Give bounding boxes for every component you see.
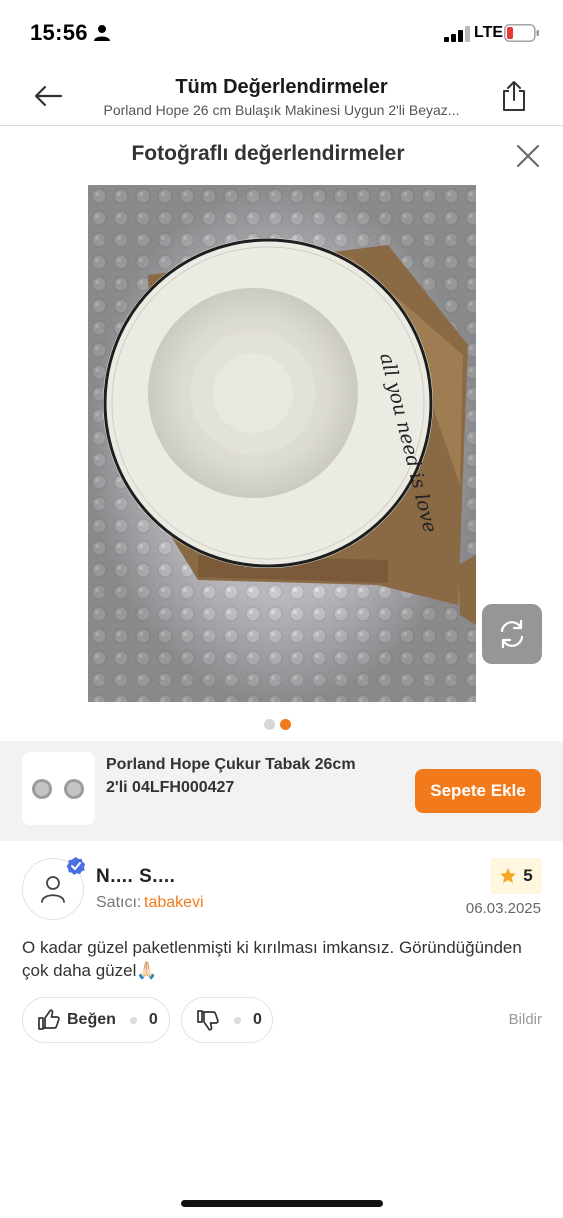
person-icon — [94, 25, 110, 41]
user-icon — [41, 876, 65, 903]
thumbs-down-icon — [197, 1010, 219, 1031]
status-bar: 15:56 LTE — [0, 0, 563, 66]
pagination-dot[interactable] — [264, 719, 275, 730]
review-photo[interactable]: all you need is love — [88, 185, 476, 702]
product-name[interactable]: Porland Hope Çukur Tabak 26cm 2'li 04LFH… — [106, 753, 396, 799]
review-text: O kadar güzel paketlenmişti ki kırılması… — [22, 938, 522, 980]
product-name-line2: 2'li 04LFH000427 — [106, 779, 235, 796]
product-name-line1: Porland Hope Çukur Tabak 26cm — [106, 756, 356, 773]
review-date: 06.03.2025 — [465, 900, 541, 917]
plates-image — [32, 779, 84, 799]
rotate-button[interactable] — [482, 604, 542, 664]
verified-badge-icon — [66, 857, 86, 875]
thumbs-up-icon — [38, 1009, 60, 1030]
report-link[interactable]: Bildir — [490, 1011, 542, 1028]
close-button[interactable] — [511, 139, 545, 173]
dislike-count: 0 — [253, 1011, 262, 1028]
separator-dot — [234, 1016, 241, 1024]
app-header: Tüm Değerlendirmeler Porland Hope 26 cm … — [0, 66, 563, 126]
like-button[interactable]: Beğen 0 — [22, 997, 170, 1043]
star-icon — [500, 868, 517, 883]
product-card: Porland Hope Çukur Tabak 26cm 2'li 04LFH… — [0, 741, 563, 841]
reviewer-name: N.... S.... — [96, 866, 176, 887]
plate-photo: all you need is love — [88, 185, 476, 702]
gallery-pagination — [264, 719, 291, 730]
page-subtitle: Porland Hope 26 cm Bulaşık Makinesi Uygu… — [103, 102, 460, 118]
product-thumbnail[interactable] — [22, 752, 95, 825]
rating-value: 5 — [523, 866, 533, 885]
share-button[interactable] — [496, 78, 532, 114]
separator-dot — [129, 1016, 137, 1024]
gallery-title: Fotoğraflı değerlendirmeler — [131, 142, 405, 165]
battery-icon — [504, 24, 539, 42]
home-indicator[interactable] — [181, 1200, 383, 1207]
like-label: Beğen — [67, 1011, 116, 1028]
network-type: LTE — [474, 24, 504, 41]
seller-link[interactable]: tabakevi — [144, 894, 204, 912]
dislike-button[interactable]: 0 — [181, 997, 273, 1043]
page-title: Tüm Değerlendirmeler — [175, 76, 388, 98]
share-icon — [503, 81, 525, 111]
like-count: 0 — [148, 1011, 158, 1028]
close-icon — [517, 145, 539, 167]
rotate-icon — [500, 619, 524, 649]
add-to-cart-button[interactable]: Sepete Ekle — [415, 769, 541, 813]
status-time: 15:56 — [30, 20, 88, 45]
signal-icon — [444, 26, 470, 42]
seller-label: Satıcı: — [96, 894, 142, 911]
pagination-dot-active[interactable] — [280, 719, 291, 730]
rating-badge: 5 — [490, 858, 542, 894]
